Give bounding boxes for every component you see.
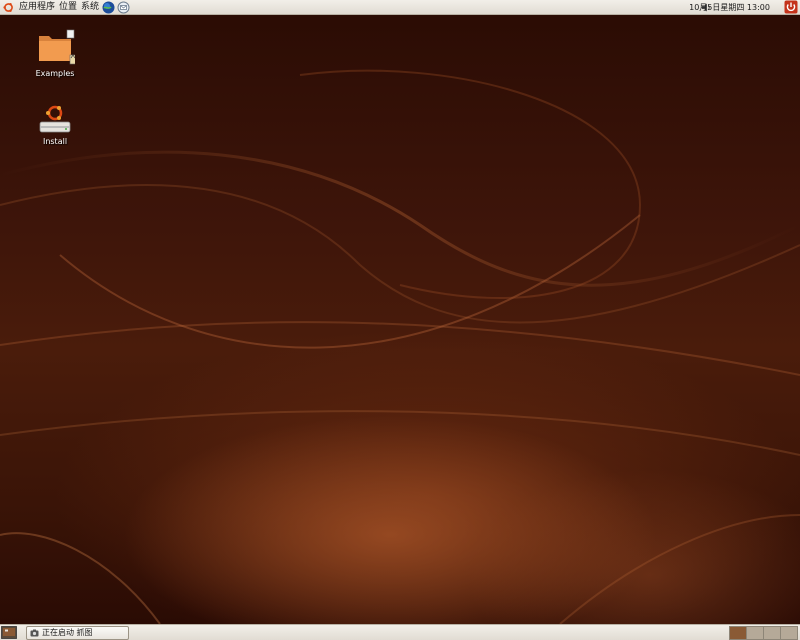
workspace-3[interactable] [763,626,781,640]
desktop-icon-install[interactable]: Install [25,104,85,147]
camera-icon [30,629,39,637]
workspace-4[interactable] [780,626,798,640]
wallpaper-swirls [0,69,800,624]
desktop-icon-examples[interactable]: Examples [25,28,85,79]
clock[interactable]: 10月5日星期四 13:00 [689,2,770,13]
install-icon [39,105,71,133]
taskbar-button-label: 正在启动 抓图 [42,628,93,637]
workspace-2[interactable] [746,626,764,640]
folder-icon [39,29,77,65]
desktop-icon-label: Examples [35,69,75,78]
menu-system[interactable]: 系统 [81,2,99,13]
menu-places[interactable]: 位置 [59,2,77,13]
workspace-switcher [729,626,798,640]
desktop-icon-label: Install [42,137,68,146]
workspace-1[interactable] [729,626,747,640]
bottom-panel: 正在启动 抓图 [0,624,800,640]
ubuntu-logo-icon[interactable] [3,2,14,13]
show-desktop-icon[interactable] [1,626,17,639]
desktop-screen: 应用程序 位置 系统 10月5日星期四 13:00 Examples Insta… [0,0,800,640]
globe-icon[interactable] [102,1,115,14]
menu-applications[interactable]: 应用程序 [19,2,55,13]
mail-icon[interactable] [117,1,130,14]
taskbar-button[interactable]: 正在启动 抓图 [26,626,129,640]
top-panel: 应用程序 位置 系统 10月5日星期四 13:00 [0,0,800,15]
power-icon[interactable] [784,0,798,14]
wallpaper [0,15,800,624]
